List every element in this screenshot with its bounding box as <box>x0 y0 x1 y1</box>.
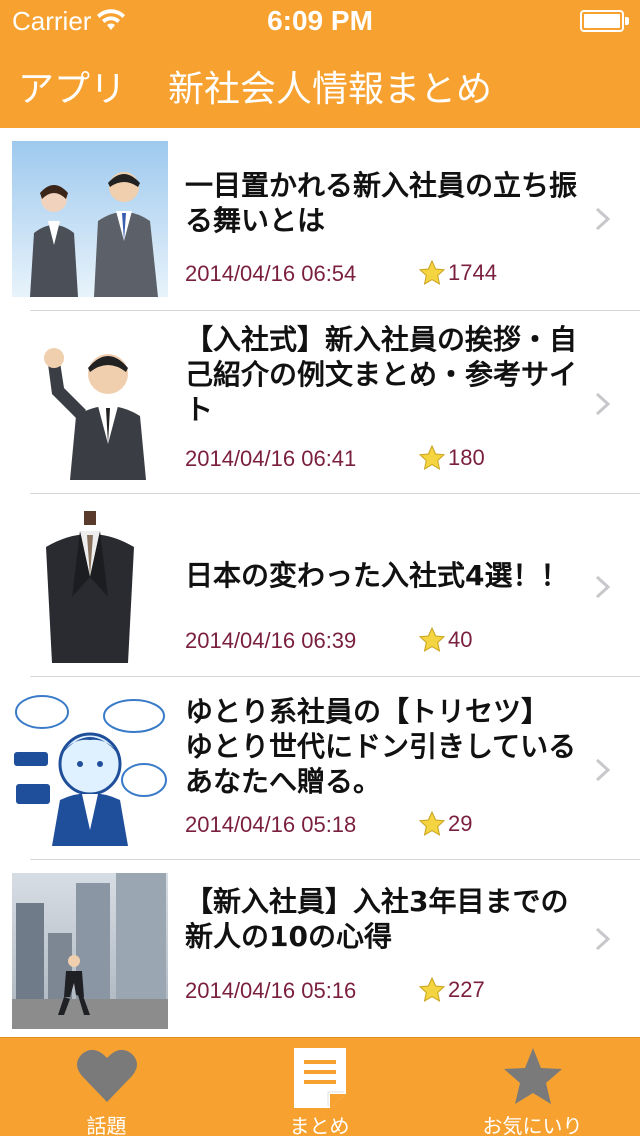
tab-matome[interactable]: まとめ <box>213 1038 426 1136</box>
article-row[interactable]: 【入社式】新入社員の挨拶・自己紹介の例文まとめ・参考サイト 2014/04/16… <box>0 311 640 494</box>
article-stars: 40 <box>418 625 472 655</box>
star-icon <box>418 810 446 837</box>
tab-bar: 話題 まとめ お気にいり <box>0 1037 640 1136</box>
article-title: 日本の変わった入社式4選！！ <box>185 559 569 592</box>
tab-label: 話題 <box>86 1114 127 1136</box>
star-count: 40 <box>448 627 473 652</box>
chevron-right-icon <box>595 207 611 231</box>
article-thumbnail <box>12 873 168 1029</box>
article-date: 2014/04/16 06:54 <box>185 261 357 286</box>
article-title: ゆとり系社員の【トリセツ】 ゆとり世代にドン引きしているあなたへ贈る。 <box>185 695 577 798</box>
battery-icon <box>580 10 630 32</box>
article-stars: 180 <box>418 443 485 473</box>
article-title: 一目置かれる新入社員の立ち振る舞いとは <box>185 169 578 237</box>
star-icon <box>418 259 446 286</box>
article-thumbnail <box>12 507 168 663</box>
star-count: 180 <box>448 445 485 470</box>
heart-icon <box>76 1049 137 1102</box>
document-icon <box>293 1048 346 1108</box>
star-icon <box>418 976 446 1003</box>
star-count: 1744 <box>448 260 497 285</box>
businessman-running-city-photo-icon <box>12 873 168 1029</box>
article-date: 2014/04/16 05:16 <box>185 978 357 1003</box>
article-row[interactable]: 一目置かれる新入社員の立ち振る舞いとは 2014/04/16 06:54 174… <box>0 128 640 311</box>
star-icon <box>418 444 446 471</box>
status-time: 6:09 PM <box>267 5 373 36</box>
star-count: 29 <box>448 811 473 836</box>
article-date: 2014/04/16 06:41 <box>185 446 357 471</box>
article-title: 【入社式】新入社員の挨拶・自己紹介の例文まとめ・参考サイト <box>185 323 578 426</box>
tab-topics[interactable]: 話題 <box>0 1038 213 1136</box>
article-date: 2014/04/16 05:18 <box>185 812 357 837</box>
businessman-fist-photo-icon <box>12 324 168 480</box>
nav-title: 新社会人情報まとめ <box>168 69 493 110</box>
article-thumbnail <box>12 690 168 846</box>
chevron-right-icon <box>595 392 611 416</box>
article-thumbnail <box>12 324 168 480</box>
suit-mannequin-photo-icon <box>12 507 168 663</box>
article-row[interactable]: 日本の変わった入社式4選！！ 2014/04/16 06:39 40 <box>0 494 640 677</box>
star-icon <box>418 626 446 653</box>
header: Carrier 6:09 PM アプリ 新社会人情報まとめ <box>0 0 640 128</box>
tab-label: お気にいり <box>482 1114 583 1136</box>
tab-label: まとめ <box>289 1114 350 1136</box>
article-stars: 29 <box>418 809 472 839</box>
star-icon <box>503 1048 562 1104</box>
chevron-right-icon <box>595 927 611 951</box>
article-thumbnail <box>12 141 168 297</box>
chevron-right-icon <box>595 758 611 782</box>
cartoon-employee-illustration-icon <box>12 690 168 846</box>
article-row[interactable]: 【新入社員】入社3年目までの新人の10の心得 2014/04/16 05:16 … <box>0 860 640 1036</box>
tab-favorites[interactable]: お気にいり <box>426 1038 639 1136</box>
article-title: 【新入社員】入社3年目までの新人の10の心得 <box>185 885 569 953</box>
business-people-photo-icon <box>12 141 168 297</box>
article-row[interactable]: ゆとり系社員の【トリセツ】 ゆとり世代にドン引きしているあなたへ贈る。 2014… <box>0 677 640 860</box>
article-date: 2014/04/16 06:39 <box>185 628 357 653</box>
star-count: 227 <box>448 977 485 1002</box>
nav-back-button[interactable]: アプリ <box>18 60 126 112</box>
chevron-right-icon <box>595 575 611 599</box>
article-stars: 227 <box>418 975 485 1005</box>
article-list: 一目置かれる新入社員の立ち振る舞いとは 2014/04/16 06:54 174… <box>0 128 640 1036</box>
status-bar: Carrier 6:09 PM <box>0 0 640 40</box>
article-stars: 1744 <box>418 258 497 288</box>
